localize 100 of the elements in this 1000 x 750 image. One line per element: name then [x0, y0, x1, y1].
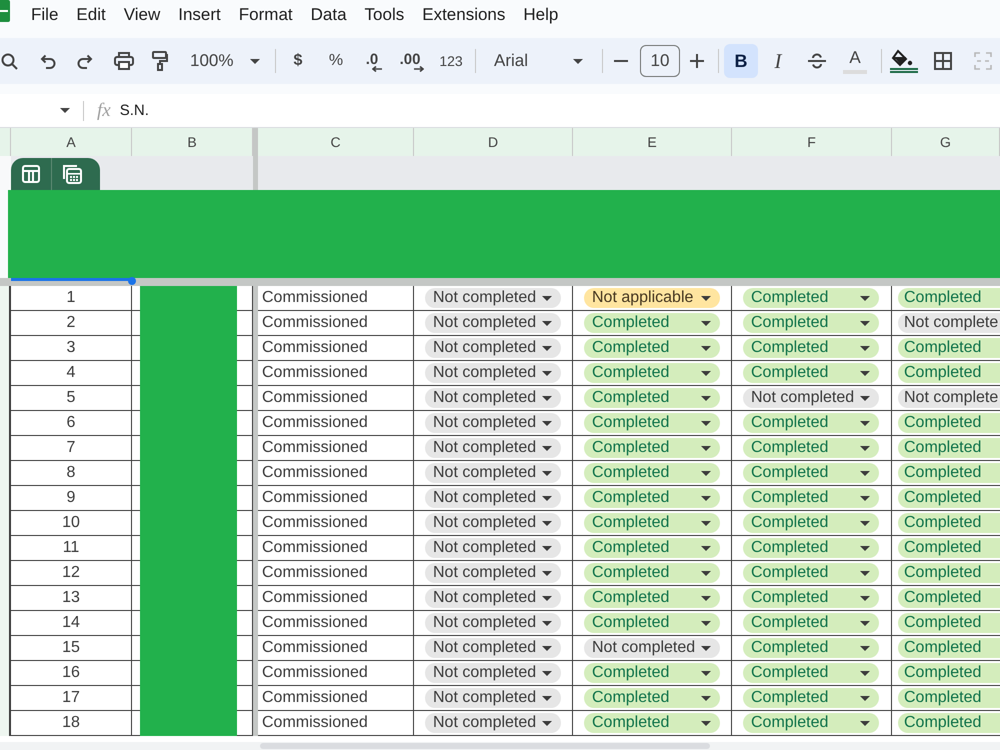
status-dropdown[interactable]: Completed [743, 463, 879, 483]
status-dropdown[interactable]: Not completed [425, 588, 561, 608]
status-dropdown[interactable]: Completed [898, 538, 1000, 558]
status-dropdown[interactable]: Not completed [425, 688, 561, 708]
menu-item[interactable]: Help [514, 3, 568, 27]
status-dropdown[interactable]: Completed [898, 588, 1000, 608]
status-dropdown[interactable]: Completed [898, 438, 1000, 458]
status-dropdown[interactable]: Completed [898, 413, 1000, 433]
status-dropdown[interactable]: Not completed [425, 713, 561, 733]
status-dropdown[interactable]: Not completed [425, 313, 561, 333]
menu-item[interactable]: File [22, 3, 68, 27]
increase-decimal-button[interactable]: .00 [395, 44, 429, 78]
fill-handle[interactable] [128, 277, 136, 285]
status-dropdown[interactable]: Completed [898, 363, 1000, 383]
formula-field[interactable]: S.N. [120, 96, 1000, 124]
status-dropdown[interactable]: Not completed [425, 663, 561, 683]
status-dropdown[interactable]: Completed [898, 288, 1000, 308]
status-dropdown[interactable]: Completed [898, 338, 1000, 358]
currency-button[interactable]: $ [283, 44, 313, 78]
status-dropdown[interactable]: Completed [584, 363, 720, 383]
status-dropdown[interactable]: Completed [743, 288, 879, 308]
status-dropdown[interactable]: Completed [743, 488, 879, 508]
status-dropdown[interactable]: Completed [898, 638, 1000, 658]
status-dropdown[interactable]: Completed [584, 388, 720, 408]
status-dropdown[interactable]: Completed [743, 613, 879, 633]
text-color-button[interactable]: A [838, 44, 872, 78]
menu-item[interactable]: Edit [67, 3, 115, 27]
status-dropdown[interactable]: Completed [584, 713, 720, 733]
status-dropdown[interactable]: Completed [584, 463, 720, 483]
status-dropdown[interactable]: Not completed [425, 638, 561, 658]
number-format-button[interactable]: 123 [434, 44, 468, 78]
horizontal-scrollbar[interactable] [0, 742, 1000, 750]
status-dropdown[interactable]: Not completed [425, 538, 561, 558]
status-dropdown[interactable]: Completed [743, 538, 879, 558]
status-dropdown[interactable]: Completed [898, 613, 1000, 633]
caret-icon [860, 596, 870, 600]
status-dropdown[interactable]: Not completed [425, 338, 561, 358]
caret-icon [542, 396, 552, 400]
scrollbar-thumb[interactable] [260, 743, 710, 749]
bold-button[interactable]: B [724, 44, 758, 78]
status-dropdown[interactable]: Completed [584, 488, 720, 508]
status-dropdown[interactable]: Completed [584, 538, 720, 558]
search-icon [0, 52, 18, 70]
percent-button[interactable]: % [321, 44, 351, 78]
status-dropdown[interactable]: Completed [743, 713, 879, 733]
status-dropdown[interactable]: Not complete [898, 388, 1000, 408]
status-dropdown[interactable]: Not completed [425, 438, 561, 458]
menu-item[interactable]: View [114, 3, 170, 27]
status-dropdown[interactable]: Completed [743, 313, 879, 333]
status-dropdown[interactable]: Not completed [425, 488, 561, 508]
status-dropdown[interactable]: Completed [743, 688, 879, 708]
status-dropdown[interactable]: Not complete [898, 313, 1000, 333]
status-dropdown[interactable]: Completed [743, 413, 879, 433]
status-dropdown[interactable]: Completed [584, 338, 720, 358]
status-dropdown[interactable]: Completed [743, 663, 879, 683]
status-dropdown[interactable]: Completed [898, 488, 1000, 508]
menu-item[interactable]: Data [302, 3, 356, 27]
status-dropdown[interactable]: Not completed [425, 413, 561, 433]
status-dropdown[interactable]: Completed [898, 688, 1000, 708]
status-dropdown[interactable]: Completed [898, 463, 1000, 483]
status-dropdown[interactable]: Completed [584, 663, 720, 683]
logo-icon[interactable] [0, 0, 10, 22]
menu-item[interactable]: Tools [356, 3, 414, 27]
status-dropdown[interactable]: Not completed [425, 613, 561, 633]
font-dropdown[interactable]: Arial [485, 44, 591, 78]
status-dropdown[interactable]: Completed [898, 513, 1000, 533]
status-dropdown[interactable]: Completed [898, 713, 1000, 733]
status-dropdown[interactable]: Not completed [425, 363, 561, 383]
status-dropdown[interactable]: Completed [743, 513, 879, 533]
status-dropdown[interactable]: Completed [584, 513, 720, 533]
status-dropdown[interactable]: Not completed [425, 513, 561, 533]
status-dropdown[interactable]: Completed [898, 663, 1000, 683]
font-size-field[interactable]: 10 [640, 45, 680, 77]
status-dropdown[interactable]: Completed [584, 413, 720, 433]
status-dropdown[interactable]: Not completed [425, 388, 561, 408]
status-dropdown[interactable]: Not applicable [584, 288, 720, 308]
status-dropdown[interactable]: Completed [584, 588, 720, 608]
status-dropdown[interactable]: Completed [743, 563, 879, 583]
status-dropdown[interactable]: Not completed [425, 288, 561, 308]
status-dropdown[interactable]: Completed [743, 638, 879, 658]
decrease-decimal-button[interactable]: .0 [357, 44, 391, 78]
status-dropdown[interactable]: Completed [584, 313, 720, 333]
status-dropdown[interactable]: Completed [584, 613, 720, 633]
status-dropdown[interactable]: Not completed [743, 388, 879, 408]
menu-item[interactable]: Extensions [413, 3, 514, 27]
status-dropdown[interactable]: Completed [898, 563, 1000, 583]
status-dropdown[interactable]: Not completed [425, 563, 561, 583]
status-dropdown[interactable]: Not completed [584, 638, 720, 658]
status-dropdown[interactable]: Completed [743, 438, 879, 458]
status-dropdown[interactable]: Not completed [425, 463, 561, 483]
menu-item[interactable]: Insert [169, 3, 230, 27]
status-dropdown[interactable]: Completed [584, 438, 720, 458]
status-dropdown[interactable]: Completed [743, 338, 879, 358]
menu-item[interactable]: Format [230, 3, 302, 27]
status-dropdown[interactable]: Completed [584, 563, 720, 583]
status-dropdown[interactable]: Completed [743, 588, 879, 608]
italic-button[interactable]: I [761, 44, 795, 78]
status-dropdown[interactable]: Completed [743, 363, 879, 383]
zoom-dropdown[interactable]: 100% [184, 44, 266, 78]
status-dropdown[interactable]: Completed [584, 688, 720, 708]
